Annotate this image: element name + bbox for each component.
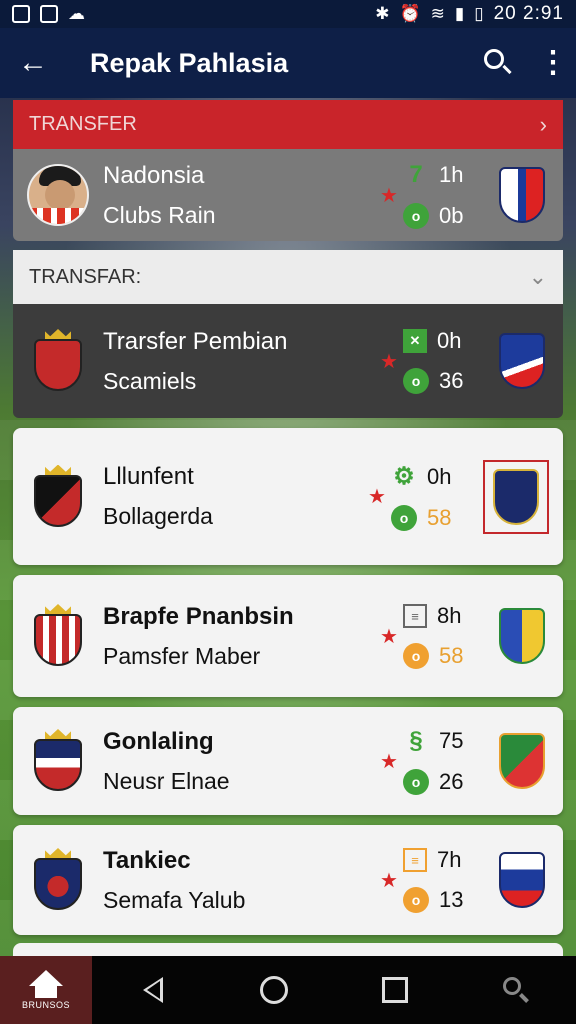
stat-secondary: 26	[439, 769, 464, 794]
stat-primary: 0h	[437, 328, 462, 353]
club-crest-icon	[27, 328, 89, 394]
item-title: Nadonsia	[103, 161, 205, 189]
favorite-star-icon[interactable]: ★	[363, 484, 391, 509]
favorite-star-icon[interactable]: ★	[375, 868, 403, 893]
stat-secondary: 13	[439, 887, 464, 912]
search-nav-button[interactable]	[455, 975, 576, 1005]
item-title: Trarsfer Pembian	[103, 327, 288, 355]
list-item[interactable]: Trarsfer Pembian Scamiels ★ ✕ 0h o 36	[13, 304, 563, 418]
list-item[interactable]: Brapfe Pnanbsin Pamsfer Maber ★ ≡ 8h o 58	[13, 575, 563, 697]
list-item[interactable]: Gonlaling Neusr Elnae ★ § 75 o 26	[13, 707, 563, 815]
battery-icon: ▯	[474, 4, 484, 23]
status-circle-icon: o	[403, 643, 429, 669]
status-circle-icon: o	[391, 505, 417, 531]
section-header-transfar[interactable]: TRANSFAR: ⌄	[13, 250, 563, 304]
favorite-star-icon[interactable]: ★	[375, 183, 403, 208]
status-left-icons: ☁	[12, 4, 85, 24]
stat-primary: 7h	[437, 847, 462, 872]
more-options-icon[interactable]: ⋮	[538, 48, 568, 78]
list-item[interactable]: Nadonsia Clubs Rain ★ 7 1h o 0b	[13, 149, 563, 241]
stat-secondary: 0b	[439, 203, 464, 228]
cross-box-icon: ✕	[403, 329, 427, 353]
back-arrow-icon[interactable]: ←	[18, 46, 58, 80]
club-crest-icon	[495, 163, 549, 227]
club-crest-icon	[495, 848, 549, 912]
list-item[interactable]: Tankiec Semafa Yalub ★ ≡ 7h o 13	[13, 825, 563, 935]
status-circle-icon: o	[403, 368, 429, 394]
recents-nav-button[interactable]	[334, 977, 455, 1003]
stat-primary: 75	[439, 728, 464, 753]
favorite-star-icon[interactable]: ★	[375, 349, 403, 374]
stat-secondary: 58	[427, 505, 452, 530]
club-crest-icon	[27, 847, 89, 913]
stat-secondary: 36	[439, 368, 464, 393]
favorite-star-icon[interactable]: ★	[375, 749, 403, 774]
swap-icon: §	[409, 727, 423, 754]
gear-icon: ⚙	[393, 463, 415, 490]
club-crest-icon	[483, 459, 549, 534]
section-header-transfer[interactable]: TRANSFER ›	[13, 100, 563, 149]
item-title: Brapfe Pnanbsin	[103, 602, 294, 630]
wifi-icon: ≋	[430, 4, 445, 23]
status-bar: ☁ ✱ ⏰ ≋ ▮ ▯ 20 2:91	[0, 0, 576, 28]
item-subtitle: Pamsfer Maber	[103, 642, 261, 669]
document-icon: ≡	[403, 604, 427, 628]
club-crest-icon	[27, 603, 89, 669]
section-label: TRANSFER	[29, 113, 137, 135]
search-icon[interactable]	[478, 43, 518, 83]
chevron-right-icon: ›	[539, 111, 547, 137]
image-icon	[40, 5, 58, 23]
home-tab[interactable]: BRUNSOS	[0, 956, 92, 1024]
player-avatar	[27, 162, 89, 228]
search-icon	[501, 975, 531, 1005]
app-bar: ← Repak Pahlasia ⋮	[0, 28, 576, 98]
club-crest-icon	[495, 604, 549, 668]
item-subtitle: Scamiels	[103, 367, 197, 394]
bluetooth-icon: ✱	[375, 4, 390, 23]
home-nav-button[interactable]	[213, 976, 334, 1004]
recents-square-icon	[381, 977, 408, 1003]
item-subtitle: Bollagerda	[103, 503, 213, 529]
club-crest-icon	[27, 728, 89, 794]
item-title: Lllunfent	[103, 463, 194, 490]
back-triangle-icon	[142, 977, 163, 1003]
item-title: Gonlaling	[103, 727, 214, 755]
document-icon: ≡	[403, 848, 427, 872]
chevron-down-icon: ⌄	[528, 264, 547, 289]
list-item[interactable]: Lllunfent Bollagerda ★ ⚙ 0h o 58	[13, 428, 563, 565]
cloud-icon: ☁	[68, 4, 85, 23]
alarm-icon: ⏰	[399, 4, 421, 23]
item-title: Tankiec	[103, 846, 191, 874]
status-right-icons: ✱ ⏰ ≋ ▮ ▯ 20 2:91	[375, 3, 564, 25]
club-crest-icon	[495, 329, 549, 393]
section-label: TRANSFAR:	[29, 265, 142, 288]
home-circle-icon	[259, 976, 288, 1004]
home-label: BRUNSOS	[21, 1000, 70, 1010]
status-circle-icon: o	[403, 769, 429, 795]
signal-icon: ▮	[454, 4, 465, 23]
seven-icon: 7	[409, 161, 423, 188]
home-icon	[29, 970, 63, 998]
page-title: Repak Pahlasia	[90, 47, 289, 78]
favorite-star-icon[interactable]: ★	[375, 624, 403, 649]
status-circle-icon: o	[403, 203, 429, 229]
status-circle-icon: o	[403, 887, 429, 913]
stat-primary: 8h	[437, 603, 462, 628]
item-subtitle: Clubs Rain	[103, 201, 216, 228]
back-nav-button[interactable]	[92, 977, 213, 1003]
item-subtitle: Semafa Yalub	[103, 886, 246, 913]
item-subtitle: Neusr Elnae	[103, 767, 230, 794]
notification-icon	[12, 5, 30, 23]
club-crest-icon	[27, 464, 89, 530]
club-crest-icon	[495, 729, 549, 793]
stat-secondary: 58	[439, 643, 464, 668]
status-time: 20 2:91	[493, 3, 564, 24]
bottom-nav: BRUNSOS	[0, 956, 576, 1024]
stat-primary: 0h	[427, 463, 452, 489]
stat-primary: 1h	[439, 162, 464, 187]
